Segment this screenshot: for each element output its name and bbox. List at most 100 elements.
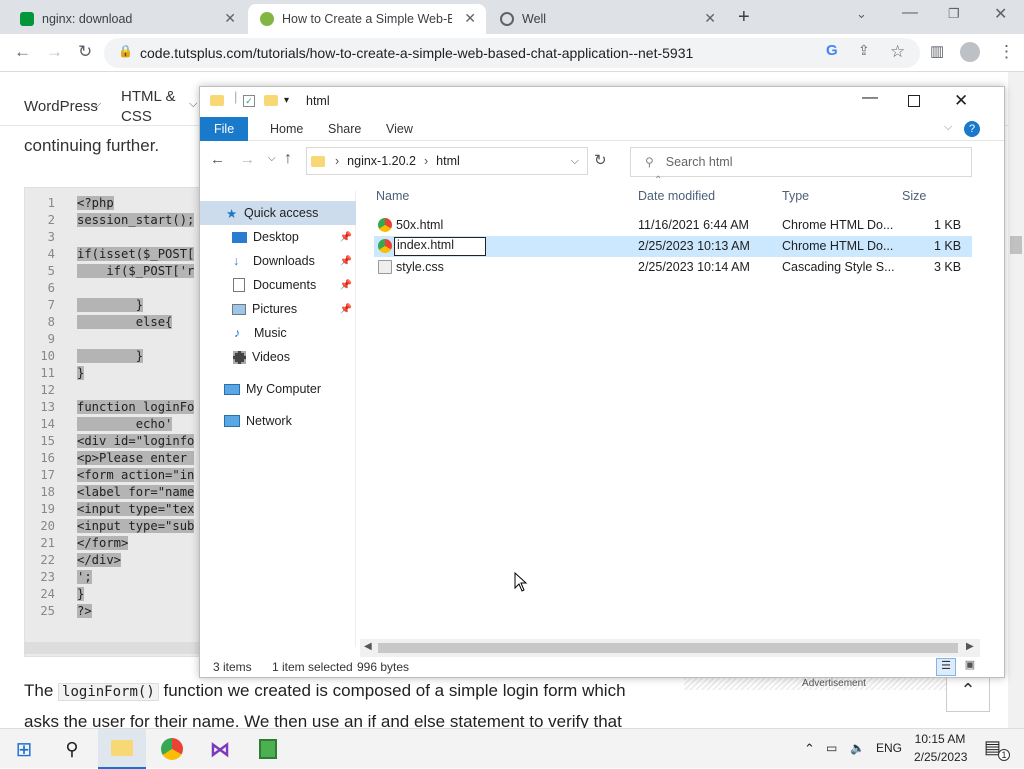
- quick-access-toolbar-dropdown-icon[interactable]: ▾: [284, 95, 289, 106]
- taskbar-chrome[interactable]: [148, 729, 196, 769]
- reload-icon[interactable]: ↻: [78, 42, 92, 62]
- details-view-icon[interactable]: ☰: [936, 658, 956, 676]
- nav-downloads[interactable]: ↓ Downloads 📌: [200, 249, 356, 273]
- chrome-menu-icon[interactable]: ⋮: [998, 42, 1015, 62]
- share-icon[interactable]: ⇪: [858, 42, 870, 59]
- file-list-scrollbar[interactable]: ◀ ▶: [360, 639, 980, 657]
- taskbar-visual-studio[interactable]: ⋈: [196, 729, 244, 769]
- column-size[interactable]: Size: [902, 189, 926, 203]
- breadcrumb-html[interactable]: html: [436, 154, 460, 168]
- page-scroll-thumb[interactable]: [1010, 236, 1022, 254]
- tab-well[interactable]: Well ✕: [488, 4, 726, 34]
- refresh-icon[interactable]: ↻: [594, 151, 607, 169]
- breadcrumb-nginx[interactable]: nginx-1.20.2: [347, 154, 416, 168]
- file-row-selected[interactable]: index.html 2/25/2023 10:13 AM Chrome HTM…: [374, 236, 972, 257]
- close-tab-icon[interactable]: ✕: [704, 10, 716, 27]
- line-number: 1: [47, 196, 55, 210]
- start-button[interactable]: ⊞: [0, 729, 48, 769]
- network-icon[interactable]: ▭: [826, 741, 837, 755]
- google-lens-icon[interactable]: G: [826, 42, 838, 59]
- tab-share[interactable]: Share: [314, 117, 375, 141]
- nav-html[interactable]: HTML &: [121, 88, 175, 105]
- tab-tutorial[interactable]: How to Create a Simple Web-Ba ✕: [248, 4, 486, 34]
- address-dropdown-icon[interactable]: ⌵: [571, 155, 579, 168]
- file-explorer-window: | ✓ ▾ html — ✕ File Home Share View ⌵ ? …: [199, 86, 1005, 678]
- scroll-right-icon[interactable]: ▶: [966, 641, 974, 652]
- column-type[interactable]: Type: [782, 189, 809, 203]
- bookmark-star-icon[interactable]: ☆: [890, 42, 905, 62]
- nav-desktop[interactable]: Desktop 📌: [200, 225, 356, 249]
- line-number: 22: [40, 553, 55, 567]
- item-count: 3 items: [213, 660, 252, 674]
- search-input[interactable]: ⚲ Search html: [630, 147, 972, 177]
- help-icon[interactable]: ?: [964, 121, 980, 137]
- address-bar[interactable]: 🔒 code.tutsplus.com/tutorials/how-to-cre…: [104, 38, 920, 68]
- rename-input[interactable]: index.html: [394, 237, 486, 256]
- minimize-icon[interactable]: —: [862, 89, 878, 107]
- address-breadcrumb[interactable]: › nginx-1.20.2 › html ⌵: [306, 147, 588, 175]
- tab-search-icon[interactable]: ⌄: [856, 6, 867, 22]
- large-icons-view-icon[interactable]: ▣: [960, 658, 980, 676]
- search-button[interactable]: ⚲: [48, 729, 96, 769]
- page-scrollbar[interactable]: [1008, 72, 1024, 728]
- code-line: <form action="in: [77, 468, 195, 482]
- expand-ribbon-icon[interactable]: ⌵: [944, 121, 952, 134]
- code-scrollbar[interactable]: [24, 642, 200, 654]
- line-number: 4: [47, 247, 55, 261]
- nav-quick-access[interactable]: ★ Quick access: [200, 201, 356, 225]
- restore-icon[interactable]: ❐: [948, 6, 960, 22]
- code-line: session_start();: [77, 213, 195, 227]
- maximize-icon[interactable]: [908, 95, 920, 107]
- language-indicator[interactable]: ENG: [876, 741, 902, 755]
- tab-file[interactable]: File: [200, 117, 249, 141]
- close-window-icon[interactable]: ✕: [994, 4, 1007, 24]
- nav-wordpress[interactable]: WordPress: [24, 98, 98, 115]
- clock-date[interactable]: 2/25/2023: [914, 750, 967, 764]
- taskbar-file-explorer[interactable]: [98, 729, 146, 769]
- close-icon[interactable]: ✕: [954, 91, 968, 111]
- scroll-left-icon[interactable]: ◀: [364, 641, 372, 652]
- scroll-thumb[interactable]: [378, 643, 958, 653]
- chevron-up-icon[interactable]: ⌃: [804, 741, 815, 757]
- tab-home[interactable]: Home: [256, 117, 317, 141]
- taskbar-notepad[interactable]: [244, 729, 292, 769]
- file-row[interactable]: 50x.html 11/16/2021 6:44 AM Chrome HTML …: [374, 215, 972, 236]
- forward-icon[interactable]: →: [46, 42, 63, 62]
- nav-documents[interactable]: Documents 📌: [200, 273, 356, 297]
- chevron-down-icon: ⌵: [93, 98, 102, 110]
- back-icon[interactable]: ←: [210, 151, 225, 168]
- nav-my-computer[interactable]: My Computer: [200, 377, 356, 401]
- nav-videos[interactable]: Videos: [200, 345, 356, 369]
- line-number: 6: [47, 281, 55, 295]
- minimize-icon[interactable]: —: [902, 4, 918, 22]
- nav-css[interactable]: CSS: [121, 108, 152, 125]
- close-tab-icon[interactable]: ✕: [464, 10, 476, 27]
- forward-icon[interactable]: →: [240, 151, 255, 168]
- side-panel-icon[interactable]: ▥: [930, 42, 944, 60]
- nav-music[interactable]: ♪ Music: [200, 321, 356, 345]
- new-folder-icon[interactable]: [264, 95, 278, 106]
- code-line: }: [77, 298, 144, 312]
- file-row[interactable]: style.css 2/25/2023 10:14 AM Cascading S…: [374, 257, 972, 278]
- code-line: if(isset($_POST[: [77, 247, 195, 261]
- profile-avatar[interactable]: [960, 42, 980, 62]
- clock-time[interactable]: 10:15 AM: [914, 732, 966, 746]
- tab-view[interactable]: View: [372, 117, 427, 141]
- nav-network[interactable]: Network: [200, 409, 356, 433]
- back-icon[interactable]: ←: [14, 42, 31, 62]
- recent-locations-icon[interactable]: ⌵: [268, 153, 276, 164]
- speaker-icon[interactable]: 🔈: [850, 741, 865, 755]
- search-icon: ⚲: [645, 155, 654, 169]
- code-line: <?php: [77, 196, 114, 210]
- properties-icon[interactable]: ✓: [243, 95, 255, 107]
- nav-pictures[interactable]: Pictures 📌: [200, 297, 356, 321]
- column-name[interactable]: Name: [376, 189, 409, 203]
- new-tab-icon[interactable]: +: [738, 6, 750, 29]
- close-tab-icon[interactable]: ✕: [224, 10, 236, 27]
- pin-icon: 📌: [339, 231, 352, 243]
- up-icon[interactable]: ↑: [284, 150, 292, 168]
- column-date-modified[interactable]: Date modified: [638, 189, 715, 203]
- tab-nginx-download[interactable]: nginx: download ✕: [8, 4, 246, 34]
- line-number: 20: [40, 519, 55, 533]
- status-bar: 3 items 1 item selected 996 bytes ☰ ▣: [200, 657, 1004, 677]
